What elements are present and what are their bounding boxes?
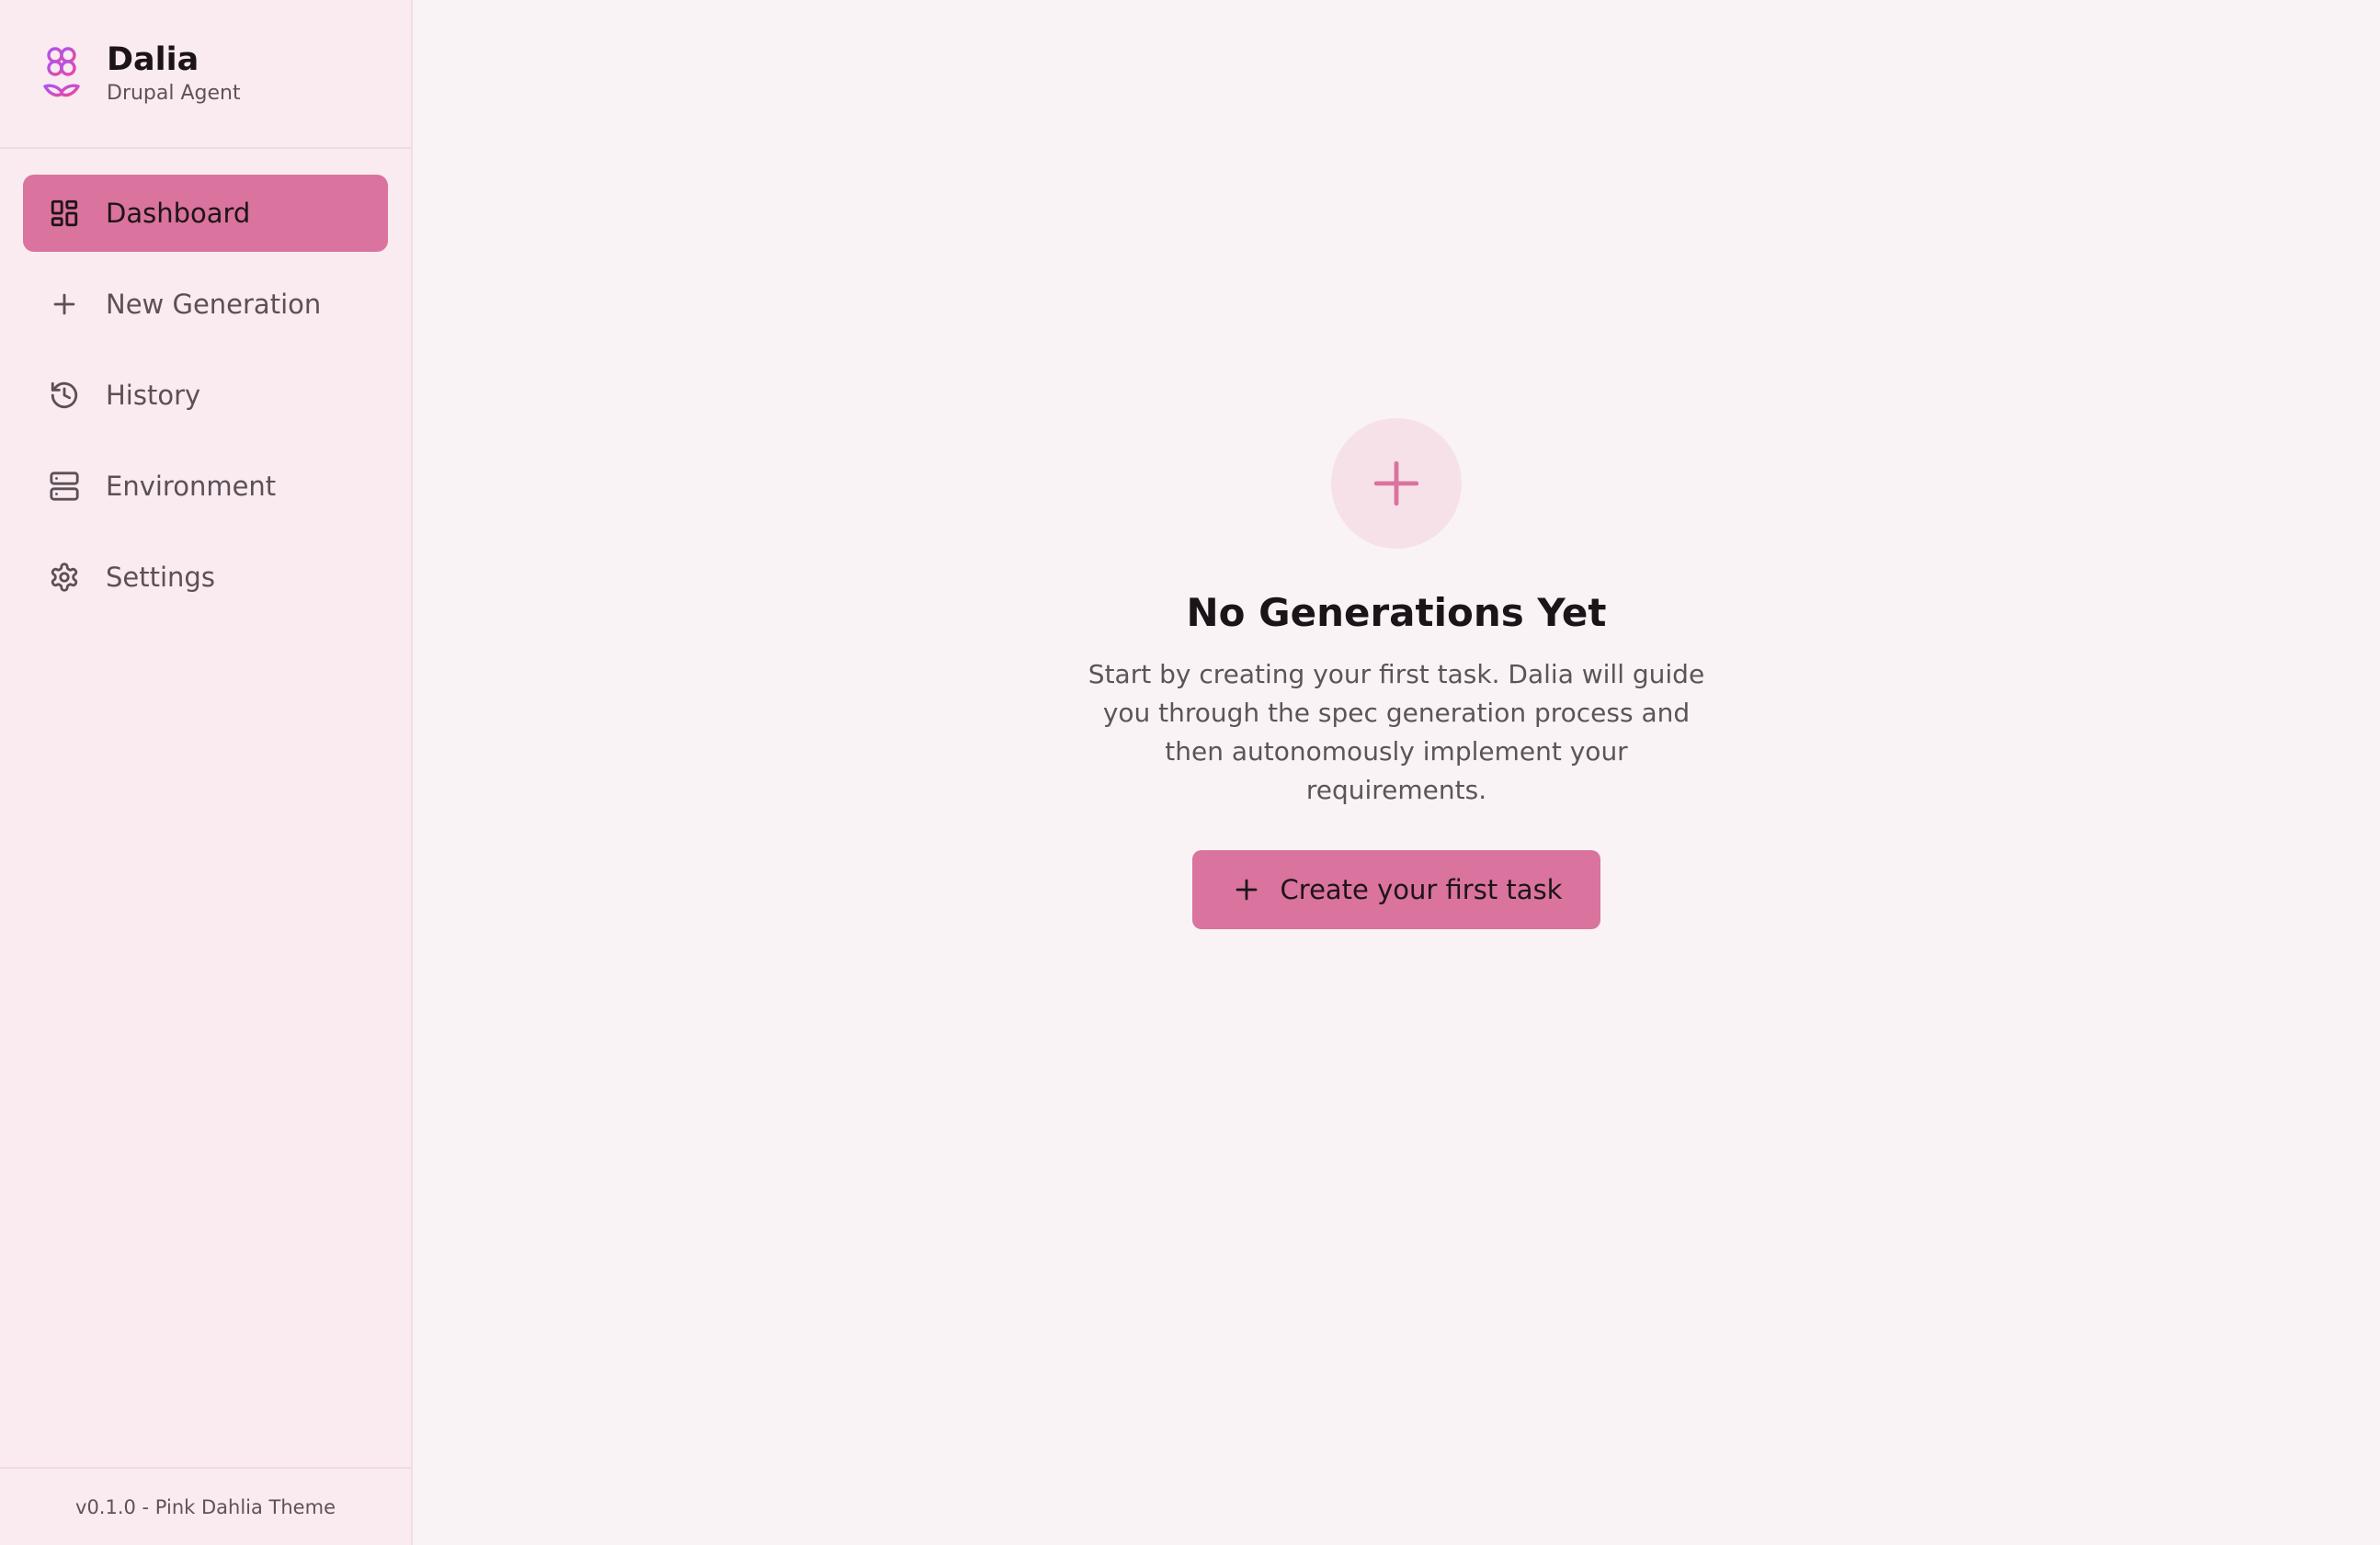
create-first-task-label: Create your first task bbox=[1280, 874, 1563, 905]
app-window: Dalia Drupal Agent Dashboard New Generat… bbox=[0, 0, 2380, 1545]
empty-state-title: No Generations Yet bbox=[1186, 590, 1607, 635]
sidebar: Dalia Drupal Agent Dashboard New Generat… bbox=[0, 0, 413, 1545]
dashboard-grid-icon bbox=[51, 199, 78, 227]
server-icon bbox=[50, 471, 79, 501]
brand-text: Dalia Drupal Agent bbox=[107, 40, 241, 108]
app-subtitle: Drupal Agent bbox=[107, 82, 241, 105]
version-footer: v0.1.0 - Pink Dahlia Theme bbox=[0, 1467, 411, 1545]
empty-state: No Generations Yet Start by creating you… bbox=[413, 418, 2380, 929]
empty-state-icon-circle bbox=[1331, 418, 1462, 549]
history-clock-icon bbox=[51, 381, 78, 409]
app-title: Dalia bbox=[107, 41, 199, 78]
sidebar-item-label: Dashboard bbox=[106, 198, 251, 229]
plus-icon bbox=[1236, 879, 1257, 901]
sidebar-item-label: History bbox=[106, 380, 201, 411]
plus-icon bbox=[53, 293, 75, 315]
sidebar-item-settings[interactable]: Settings bbox=[23, 539, 388, 616]
sidebar-nav: Dashboard New Generation History Environ… bbox=[0, 149, 411, 616]
dahlia-flower-icon bbox=[43, 47, 80, 97]
gear-icon bbox=[51, 562, 78, 592]
sidebar-item-dashboard[interactable]: Dashboard bbox=[23, 175, 388, 252]
sidebar-item-label: New Generation bbox=[106, 289, 322, 320]
empty-state-description: Start by creating your first task. Dalia… bbox=[1088, 659, 1705, 805]
brand-header: Dalia Drupal Agent bbox=[0, 0, 411, 149]
plus-icon bbox=[1373, 460, 1419, 506]
create-first-task-button[interactable]: Create your first task bbox=[1191, 850, 1601, 929]
sidebar-item-new-generation[interactable]: New Generation bbox=[23, 266, 388, 343]
sidebar-item-label: Settings bbox=[106, 562, 215, 593]
sidebar-item-environment[interactable]: Environment bbox=[23, 448, 388, 525]
sidebar-item-label: Environment bbox=[106, 471, 277, 502]
main-content: No Generations Yet Start by creating you… bbox=[413, 0, 2380, 1545]
sidebar-item-history[interactable]: History bbox=[23, 357, 388, 434]
